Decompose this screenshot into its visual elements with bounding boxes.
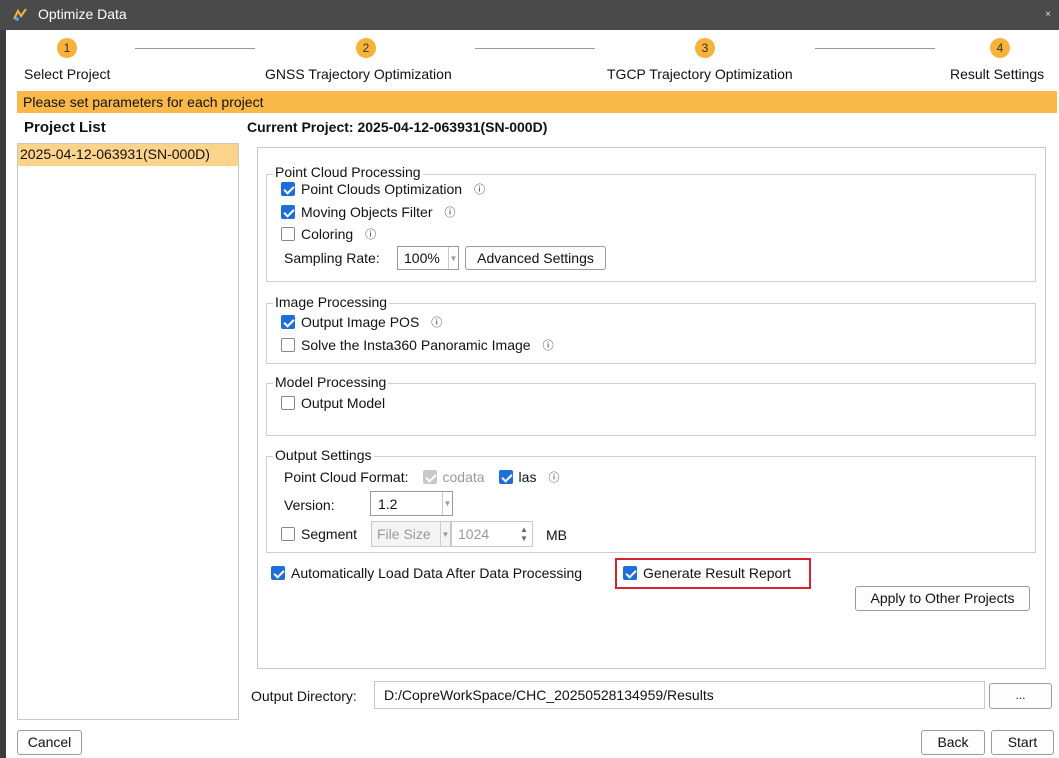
step-4-circle: 4 xyxy=(990,38,1010,58)
output-directory-value: D:/CopreWorkSpace/CHC_20250528134959/Res… xyxy=(384,687,714,703)
codata-label: codata xyxy=(442,469,485,485)
version-label: Version: xyxy=(284,497,335,513)
auto-load-checkbox[interactable] xyxy=(271,566,285,580)
step-connector xyxy=(135,48,255,49)
info-icon[interactable]: ⓘ xyxy=(543,337,554,353)
close-icon[interactable]: × xyxy=(1045,9,1051,20)
coloring-checkbox[interactable] xyxy=(281,227,295,241)
version-select[interactable]: 1.2 ▼ xyxy=(370,491,453,516)
start-button[interactable]: Start xyxy=(991,730,1054,755)
codata-checkbox xyxy=(422,470,437,484)
output-model-label: Output Model xyxy=(301,395,386,411)
output-model-row[interactable]: Output Model xyxy=(281,395,385,411)
point-cloud-format-row: Point Cloud Format: codata las ⓘ xyxy=(284,469,559,485)
info-icon[interactable]: ⓘ xyxy=(444,204,455,220)
insta360-label: Solve the Insta360 Panoramic Image xyxy=(301,337,531,353)
coloring-row[interactable]: Coloring ⓘ xyxy=(281,226,376,242)
image-processing-group-title: Image Processing xyxy=(273,294,390,310)
info-icon[interactable]: ⓘ xyxy=(474,181,485,197)
project-list-title: Project List xyxy=(24,119,106,136)
project-list xyxy=(17,143,239,720)
point-cloud-format-label: Point Cloud Format: xyxy=(284,469,409,485)
info-icon[interactable]: ⓘ xyxy=(548,469,559,485)
project-list-item-label: 2025-04-12-063931(SN-000D) xyxy=(20,146,210,162)
sampling-rate-label: Sampling Rate: xyxy=(284,250,380,266)
generate-report-row[interactable]: Generate Result Report xyxy=(623,565,791,581)
output-directory-field[interactable]: D:/CopreWorkSpace/CHC_20250528134959/Res… xyxy=(374,681,985,709)
segment-row[interactable]: Segment xyxy=(281,526,357,542)
step-connector xyxy=(815,48,935,49)
step-1-label: Select Project xyxy=(24,66,111,82)
window-title: Optimize Data xyxy=(38,6,127,22)
segment-size-stepper: 1024 ▲ ▼ xyxy=(451,521,533,547)
project-list-item[interactable]: 2025-04-12-063931(SN-000D) xyxy=(18,144,238,166)
step-connector xyxy=(475,48,595,49)
step-2-label: GNSS Trajectory Optimization xyxy=(265,66,452,82)
point-clouds-optimization-label: Point Clouds Optimization xyxy=(301,181,463,197)
advanced-settings-button[interactable]: Advanced Settings xyxy=(465,246,606,270)
cancel-button[interactable]: Cancel xyxy=(17,730,82,755)
segment-label: Segment xyxy=(301,526,358,542)
sampling-rate-select[interactable]: 100% ▼ xyxy=(397,246,459,270)
segment-checkbox[interactable] xyxy=(281,527,295,541)
step-3-circle: 3 xyxy=(695,38,715,58)
moving-objects-filter-label: Moving Objects Filter xyxy=(301,204,433,220)
info-icon[interactable]: ⓘ xyxy=(365,226,376,242)
point-clouds-optimization-row[interactable]: Point Clouds Optimization ⓘ xyxy=(281,181,485,197)
output-image-pos-row[interactable]: Output Image POS ⓘ xyxy=(281,314,442,330)
window-frame-left xyxy=(0,0,6,758)
sampling-rate-value: 100% xyxy=(404,250,440,266)
chevron-down-icon: ▼ xyxy=(442,492,452,515)
generate-report-checkbox[interactable] xyxy=(623,566,637,580)
point-cloud-group-title: Point Cloud Processing xyxy=(273,164,423,180)
point-clouds-optimization-checkbox[interactable] xyxy=(281,182,295,196)
image-processing-group xyxy=(266,303,1036,364)
app-logo-icon xyxy=(13,8,27,21)
output-model-checkbox[interactable] xyxy=(281,396,295,410)
stepper-arrows-icon: ▲ ▼ xyxy=(520,525,528,543)
title-bar: Optimize Data × xyxy=(0,0,1059,30)
output-image-pos-label: Output Image POS xyxy=(301,314,420,330)
auto-load-row[interactable]: Automatically Load Data After Data Proce… xyxy=(271,565,582,581)
step-4-label: Result Settings xyxy=(950,66,1045,82)
model-processing-group-title: Model Processing xyxy=(273,374,389,390)
insta360-row[interactable]: Solve the Insta360 Panoramic Image ⓘ xyxy=(281,337,554,353)
step-2-circle: 2 xyxy=(356,38,376,58)
current-project-title: Current Project: 2025-04-12-063931(SN-00… xyxy=(247,119,548,135)
output-directory-label: Output Directory: xyxy=(251,688,357,704)
moving-objects-filter-row[interactable]: Moving Objects Filter ⓘ xyxy=(281,204,455,220)
output-settings-group-title: Output Settings xyxy=(273,447,374,463)
chevron-down-icon: ▼ xyxy=(440,522,450,546)
step-3-label: TGCP Trajectory Optimization xyxy=(607,66,793,82)
info-icon[interactable]: ⓘ xyxy=(431,314,442,330)
browse-button[interactable]: ... xyxy=(989,683,1052,709)
generate-report-label: Generate Result Report xyxy=(643,565,791,581)
las-label: las xyxy=(518,469,537,485)
coloring-label: Coloring xyxy=(301,226,354,242)
las-checkbox[interactable] xyxy=(498,470,513,484)
segment-mode-select: File Size ▼ xyxy=(371,521,451,547)
apply-to-other-projects-button[interactable]: Apply to Other Projects xyxy=(855,586,1030,611)
insta360-checkbox[interactable] xyxy=(281,338,295,352)
segment-unit: MB xyxy=(546,527,567,543)
version-value: 1.2 xyxy=(378,495,398,512)
segment-mode-value: File Size xyxy=(377,526,431,542)
segment-size-value: 1024 xyxy=(458,526,490,542)
step-1-circle: 1 xyxy=(57,38,77,58)
moving-objects-filter-checkbox[interactable] xyxy=(281,205,295,219)
chevron-down-icon: ▼ xyxy=(448,247,458,269)
back-button[interactable]: Back xyxy=(921,730,985,755)
output-image-pos-checkbox[interactable] xyxy=(281,315,295,329)
auto-load-label: Automatically Load Data After Data Proce… xyxy=(291,565,583,581)
info-banner: Please set parameters for each project xyxy=(17,91,1057,113)
banner-text: Please set parameters for each project xyxy=(23,94,264,110)
